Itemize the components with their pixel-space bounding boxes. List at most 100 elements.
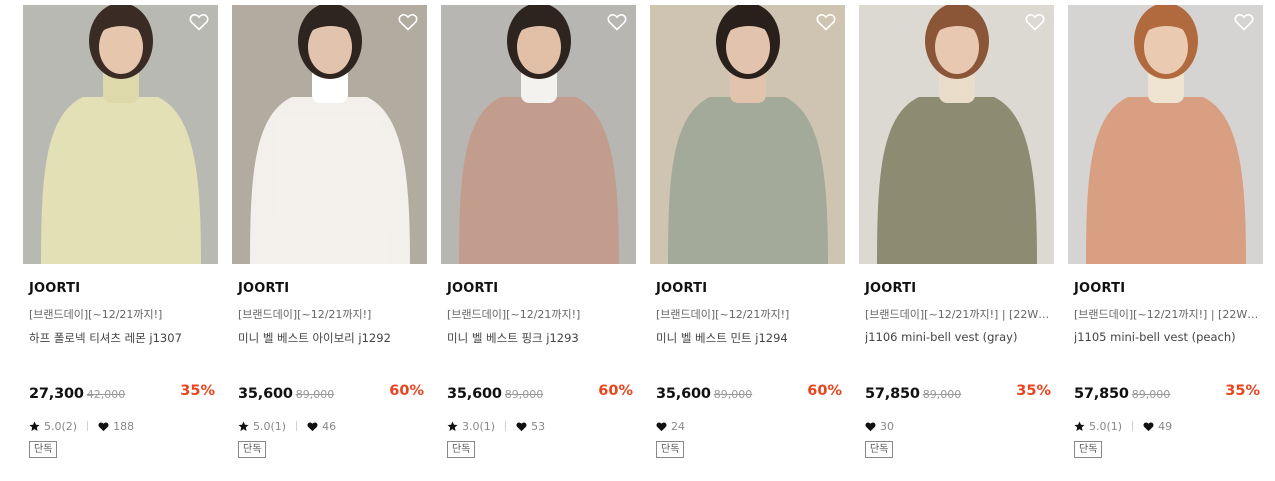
star-icon	[1074, 420, 1085, 431]
price-row: 57,850 89,000 35%	[865, 383, 1051, 403]
likes: 30	[865, 420, 894, 433]
product-image[interactable]	[1068, 5, 1263, 264]
exclusive-badge: 단독	[29, 441, 58, 458]
product-card-1[interactable]: JOORTI [브랜드데이][~12/21까지!] 하프 폴로넥 티셔츠 레몬 …	[23, 5, 218, 475]
sale-price: 35,600	[238, 386, 293, 402]
original-price: 89,000	[504, 388, 544, 401]
product-photo	[650, 5, 845, 264]
wishlist-heart-icon[interactable]	[816, 13, 836, 31]
original-price: 89,000	[713, 388, 753, 401]
likes-count: 30	[880, 419, 894, 433]
product-image[interactable]	[650, 5, 845, 264]
product-photo	[232, 5, 427, 264]
exclusive-badge: 단독	[656, 441, 685, 458]
heart-icon	[656, 421, 667, 431]
product-image[interactable]	[23, 5, 218, 264]
likes-count: 49	[1158, 419, 1173, 433]
brand-name[interactable]: JOORTI	[238, 281, 289, 296]
brand-name[interactable]: JOORTI	[29, 281, 80, 296]
discount-rate: 60%	[598, 383, 633, 399]
product-stats: 5.0(1) 46	[238, 418, 336, 434]
sale-price: 57,850	[865, 386, 920, 402]
exclusive-badge: 단독	[865, 441, 894, 458]
product-card-5[interactable]: JOORTI [브랜드데이][~12/21까지!] | [22WINTER NE…	[859, 5, 1054, 475]
product-image[interactable]	[441, 5, 636, 264]
product-stats: 5.0(2) 188	[29, 418, 134, 434]
product-name[interactable]: 미니 벨 베스트 민트 j1294	[656, 330, 842, 346]
rating-value: 5.0(2)	[44, 419, 78, 433]
star-icon	[238, 420, 249, 431]
discount-rate: 35%	[180, 383, 215, 399]
wishlist-heart-icon[interactable]	[398, 13, 418, 31]
likes: 53	[516, 420, 545, 433]
product-photo	[441, 5, 636, 264]
star-icon	[29, 420, 40, 431]
product-image[interactable]	[232, 5, 427, 264]
price-row: 35,600 89,000 60%	[656, 383, 842, 403]
star-icon	[447, 420, 458, 431]
price-row: 27,300 42,000 35%	[29, 383, 215, 403]
brand-name[interactable]: JOORTI	[1074, 281, 1125, 296]
product-name[interactable]: 미니 벨 베스트 핑크 j1293	[447, 330, 633, 346]
promo-text: [브랜드데이][~12/21까지!] | [22WINTER NEW] 미니 벨…	[1074, 308, 1260, 321]
rating-value: 5.0(1)	[1089, 419, 1123, 433]
likes-count: 24	[671, 419, 685, 433]
rating: 3.0(1)	[447, 420, 495, 433]
product-image[interactable]	[859, 5, 1054, 264]
original-price: 89,000	[1131, 388, 1171, 401]
product-stats: 24	[656, 418, 685, 434]
product-card-4[interactable]: JOORTI [브랜드데이][~12/21까지!] 미니 벨 베스트 민트 j1…	[650, 5, 845, 475]
sale-price: 35,600	[656, 386, 711, 402]
rating-value: 3.0(1)	[462, 419, 496, 433]
brand-name[interactable]: JOORTI	[447, 281, 498, 296]
product-card-6[interactable]: JOORTI [브랜드데이][~12/21까지!] | [22WINTER NE…	[1068, 5, 1263, 475]
original-price: 89,000	[295, 388, 335, 401]
exclusive-badge: 단독	[1074, 441, 1103, 458]
stat-divider	[87, 421, 89, 431]
product-stats: 30	[865, 418, 894, 434]
likes: 24	[656, 420, 685, 433]
sale-price: 27,300	[29, 386, 84, 402]
product-photo	[23, 5, 218, 264]
product-grid: JOORTI [브랜드데이][~12/21까지!] 하프 폴로넥 티셔츠 레몬 …	[23, 5, 1263, 475]
sale-price: 35,600	[447, 386, 502, 402]
sale-price: 57,850	[1074, 386, 1129, 402]
rating-value: 5.0(1)	[253, 419, 287, 433]
product-name[interactable]: j1106 mini-bell vest (gray)	[865, 330, 1051, 344]
exclusive-badge: 단독	[238, 441, 267, 458]
product-stats: 5.0(1) 49	[1074, 418, 1172, 434]
stat-divider	[505, 421, 507, 431]
heart-icon	[865, 421, 876, 431]
wishlist-heart-icon[interactable]	[607, 13, 627, 31]
product-name[interactable]: j1105 mini-bell vest (peach)	[1074, 330, 1260, 344]
product-card-3[interactable]: JOORTI [브랜드데이][~12/21까지!] 미니 벨 베스트 핑크 j1…	[441, 5, 636, 475]
wishlist-heart-icon[interactable]	[1234, 13, 1254, 31]
brand-name[interactable]: JOORTI	[865, 281, 916, 296]
rating: 5.0(1)	[238, 420, 286, 433]
original-price: 89,000	[922, 388, 962, 401]
exclusive-badge: 단독	[447, 441, 476, 458]
wishlist-heart-icon[interactable]	[1025, 13, 1045, 31]
product-name[interactable]: 하프 폴로넥 티셔츠 레몬 j1307	[29, 330, 215, 346]
product-stats: 3.0(1) 53	[447, 418, 545, 434]
likes-count: 53	[531, 419, 546, 433]
product-photo	[1068, 5, 1263, 264]
discount-rate: 35%	[1225, 383, 1260, 399]
product-card-2[interactable]: JOORTI [브랜드데이][~12/21까지!] 미니 벨 베스트 아이보리 …	[232, 5, 427, 475]
promo-text: [브랜드데이][~12/21까지!]	[29, 308, 163, 321]
heart-icon	[1143, 421, 1154, 431]
likes-count: 188	[113, 419, 135, 433]
brand-name[interactable]: JOORTI	[656, 281, 707, 296]
promo-text: [브랜드데이][~12/21까지!]	[656, 308, 790, 321]
promo-text: [브랜드데이][~12/21까지!] | [22WINTER NEW] 미니 벨…	[865, 308, 1051, 321]
product-name[interactable]: 미니 벨 베스트 아이보리 j1292	[238, 330, 424, 346]
wishlist-heart-icon[interactable]	[189, 13, 209, 31]
promo-text: [브랜드데이][~12/21까지!]	[238, 308, 372, 321]
promo-text: [브랜드데이][~12/21까지!]	[447, 308, 581, 321]
likes-count: 46	[322, 419, 337, 433]
heart-icon	[307, 421, 318, 431]
stat-divider	[296, 421, 298, 431]
discount-rate: 60%	[807, 383, 842, 399]
likes: 49	[1143, 420, 1172, 433]
price-row: 35,600 89,000 60%	[447, 383, 633, 403]
